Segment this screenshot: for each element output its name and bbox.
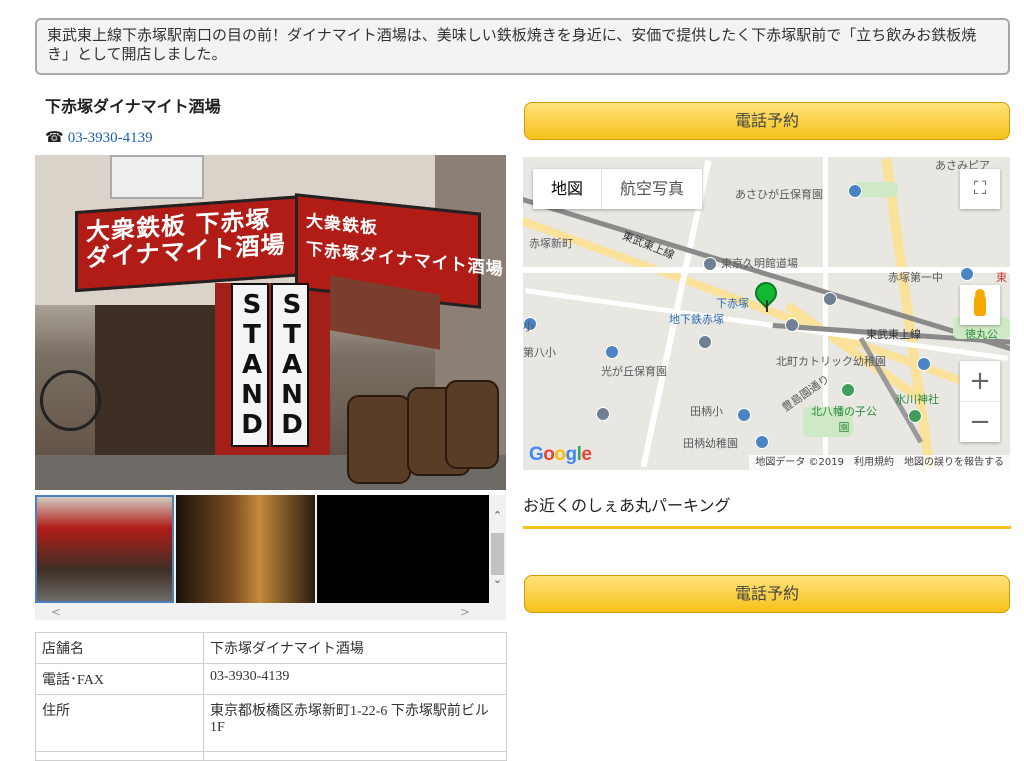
stand-sign-1: STAND bbox=[231, 283, 269, 447]
map-label: 光が丘保育園 bbox=[601, 366, 667, 378]
air-conditioner-unit bbox=[110, 155, 204, 199]
scroll-up-arrow-icon[interactable]: ⌃ bbox=[489, 509, 506, 522]
google-map[interactable]: 赤塚新町 東武東上線 東京久明館道場 赤塚第一中 東 あさひが丘保育園 あさみピ… bbox=[523, 157, 1010, 470]
map-attribution[interactable]: 地図データ ©2019 利用規約 地図の誤りを報告する bbox=[749, 455, 1010, 470]
table-row: 店舗名 下赤塚ダイナマイト酒場 bbox=[35, 632, 507, 664]
map-label: 下赤塚 bbox=[716, 298, 749, 310]
bicycle-wheel bbox=[40, 370, 101, 431]
phone-reservation-button[interactable]: 電話予約 bbox=[524, 102, 1010, 140]
map-label: 東京久明館道場 bbox=[721, 258, 798, 270]
scroll-right-arrow-icon[interactable]: > bbox=[460, 605, 470, 619]
table-label: 店舗名 bbox=[35, 632, 204, 664]
stand-sign-2: STAND bbox=[271, 283, 309, 447]
shop-title: 下赤塚ダイナマイト酒場 bbox=[45, 97, 221, 116]
map-label: 徳丸公 bbox=[965, 329, 998, 341]
map-type-control: 地図 航空写真 bbox=[533, 169, 703, 209]
map-label: 赤塚第一中 bbox=[888, 272, 943, 284]
barrel bbox=[347, 395, 411, 484]
phone-number[interactable]: 03-3930-4139 bbox=[68, 130, 153, 146]
barrel bbox=[445, 380, 499, 469]
map-label: 小 bbox=[523, 321, 534, 333]
gallery-horizontal-scrollbar[interactable]: < > bbox=[35, 605, 489, 620]
zoom-out-button[interactable]: − bbox=[960, 402, 1000, 442]
phone-link[interactable]: ☎ 03-3930-4139 bbox=[45, 128, 153, 147]
google-logo[interactable]: Google bbox=[529, 444, 592, 466]
map-label: 田柄小 bbox=[690, 406, 723, 418]
zoom-in-button[interactable]: + bbox=[960, 361, 1000, 402]
section-divider bbox=[523, 526, 1011, 529]
scroll-down-arrow-icon[interactable]: ⌄ bbox=[489, 573, 506, 586]
map-tab[interactable]: 地図 bbox=[533, 169, 601, 209]
satellite-tab[interactable]: 航空写真 bbox=[601, 169, 702, 209]
map-label: 北町カトリック幼稚園 bbox=[776, 356, 886, 368]
gallery-thumbnail-1[interactable] bbox=[35, 495, 174, 603]
map-label: 北八幡の子公園 bbox=[811, 406, 877, 434]
intro-message: 東武東上線下赤塚駅南口の目の前！ダイナマイト酒場は、美味しい鉄板焼きを身近に、安… bbox=[35, 18, 1010, 75]
map-label: 第八小 bbox=[523, 347, 556, 359]
gallery-thumbnail-3[interactable] bbox=[317, 495, 489, 603]
phone-reservation-button-bottom[interactable]: 電話予約 bbox=[524, 575, 1010, 613]
map-label: 東 bbox=[996, 272, 1007, 284]
gallery-thumbnail-2[interactable] bbox=[176, 495, 315, 603]
sign-left-text: 大衆鉄板 下赤塚 ダイナマイト酒場 bbox=[86, 204, 286, 273]
gallery-vertical-scrollbar[interactable]: ⌃ ⌄ bbox=[489, 495, 506, 603]
table-row bbox=[35, 751, 507, 761]
map-label: 地下鉄赤塚 bbox=[669, 314, 724, 326]
table-row: 電話･FAX 03-3930-4139 bbox=[35, 663, 507, 695]
table-label: 電話･FAX bbox=[35, 663, 204, 695]
parking-section-title: お近くのしぇあ丸パーキング bbox=[523, 496, 731, 515]
storefront-photo: 大衆鉄板 下赤塚 ダイナマイト酒場 大衆鉄板 下赤塚ダイナマイト酒場 STAND… bbox=[35, 155, 506, 490]
sign-right-text: 大衆鉄板 下赤塚ダイナマイト酒場 bbox=[306, 211, 504, 281]
shop-info-table: 店舗名 下赤塚ダイナマイト酒場 電話･FAX 03-3930-4139 住所 東… bbox=[35, 632, 507, 761]
table-value: 03-3930-4139 bbox=[203, 663, 507, 695]
fullscreen-icon[interactable]: ⛶ bbox=[960, 169, 1000, 209]
map-label: あさひが丘保育園 bbox=[735, 189, 823, 201]
storefront-sign-left: 大衆鉄板 下赤塚 ダイナマイト酒場 bbox=[75, 194, 306, 293]
map-label: 氷川神社 bbox=[895, 394, 939, 406]
telephone-icon: ☎ bbox=[45, 130, 64, 146]
scroll-left-arrow-icon[interactable]: < bbox=[51, 605, 61, 619]
table-value: 下赤塚ダイナマイト酒場 bbox=[203, 632, 507, 664]
map-label: 田柄幼稚園 bbox=[683, 438, 738, 450]
photo-gallery: ⌃ ⌄ < > bbox=[35, 495, 506, 620]
map-label: 赤塚新町 bbox=[529, 238, 573, 250]
street-view-pegman-icon[interactable] bbox=[960, 285, 1000, 325]
map-label: 東武東上線 bbox=[866, 329, 921, 341]
scrollbar-thumb[interactable] bbox=[491, 533, 504, 575]
zoom-control: + − bbox=[960, 361, 1000, 442]
